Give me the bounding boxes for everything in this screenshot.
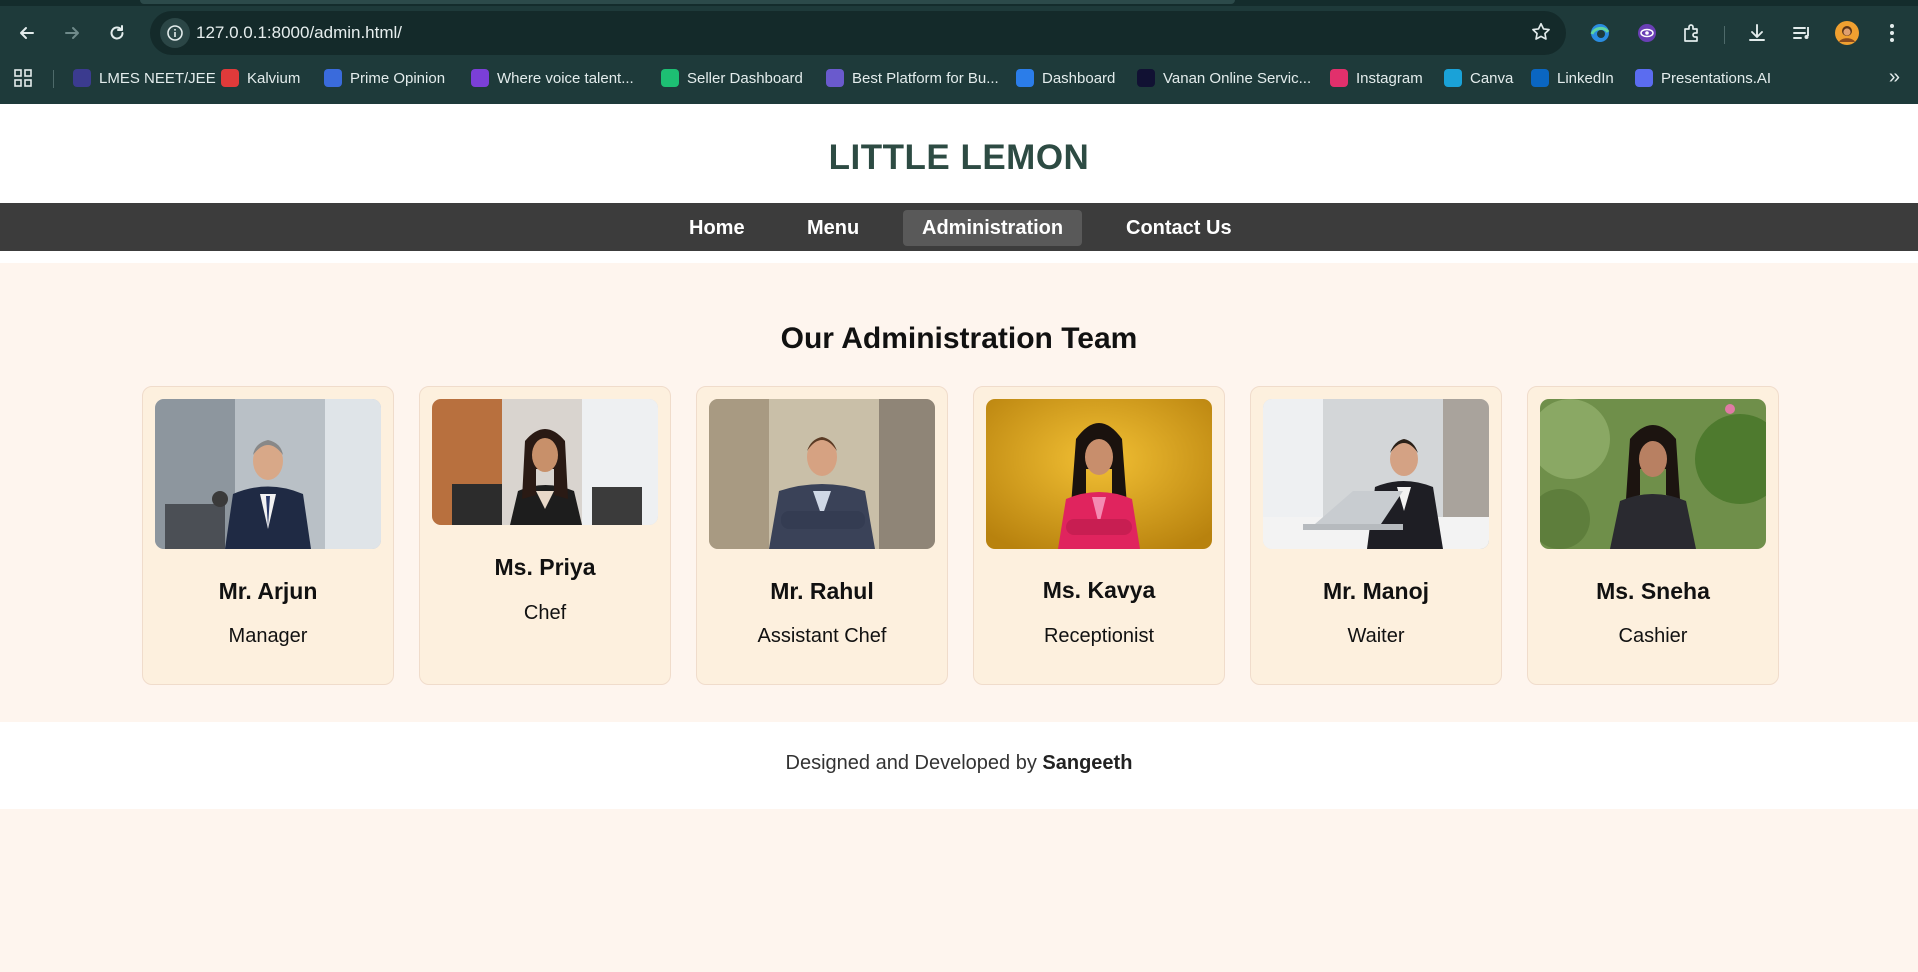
linkedin-icon xyxy=(1531,69,1549,87)
voice-icon xyxy=(471,69,489,87)
fiverr-icon xyxy=(661,69,679,87)
bookmark-item[interactable]: Presentations.AI xyxy=(1635,65,1771,91)
man-in-office-photo xyxy=(155,399,381,549)
bookmark-label: Vanan Online Servic... xyxy=(1163,69,1312,87)
team-card: Ms. Sneha Cashier xyxy=(1527,386,1779,685)
bookmark-item[interactable]: Seller Dashboard xyxy=(661,65,803,91)
instagram-icon xyxy=(1330,69,1348,87)
reload-icon[interactable] xyxy=(100,16,134,50)
man-arms-crossed-photo xyxy=(709,399,935,549)
vanan-icon xyxy=(1137,69,1155,87)
member-name: Mr. Manoj xyxy=(1322,578,1430,604)
site-footer: Designed and Developed by Sangeeth xyxy=(0,722,1918,809)
profile-avatar-icon[interactable] xyxy=(1830,16,1864,50)
apps-grid-icon[interactable] xyxy=(14,69,32,92)
member-name: Ms. Kavya xyxy=(1042,577,1156,603)
site-header: LITTLE LEMON xyxy=(0,104,1918,203)
footer-credit: Designed and Developed by Sangeeth xyxy=(0,752,1918,775)
dashboard-icon xyxy=(1016,69,1034,87)
bookmark-label: Canva xyxy=(1470,69,1514,87)
bookmark-label: Where voice talent... xyxy=(497,69,634,87)
toolbar-divider xyxy=(1724,26,1725,44)
bookmark-item[interactable]: Best Platform for Bu... xyxy=(826,65,999,91)
bookmark-label: Dashboard xyxy=(1042,69,1116,87)
media-control-icon[interactable] xyxy=(1785,16,1819,50)
bookmark-label: LinkedIn xyxy=(1557,69,1614,87)
member-name: Mr. Rahul xyxy=(770,578,874,604)
member-name: Mr. Arjun xyxy=(218,578,318,604)
site-nav: Home Menu Administration Contact Us xyxy=(0,203,1918,251)
forward-icon[interactable] xyxy=(55,16,89,50)
member-name: Ms. Sneha xyxy=(1596,578,1710,604)
team-card: Ms. Priya Chef xyxy=(419,386,671,685)
site-info-icon[interactable] xyxy=(160,18,190,48)
bookmark-label: Instagram xyxy=(1356,69,1423,87)
woman-yellow-background-photo xyxy=(986,399,1212,549)
member-role: Receptionist xyxy=(1043,625,1155,647)
bookmark-label: Prime Opinion xyxy=(350,69,446,87)
download-icon[interactable] xyxy=(1740,16,1774,50)
bookmarks-divider xyxy=(53,70,54,88)
extensions-puzzle-icon[interactable] xyxy=(1675,16,1709,50)
bookmark-item[interactable]: Instagram xyxy=(1330,65,1423,91)
nav-administration[interactable]: Administration xyxy=(903,210,1083,246)
eye-extension-icon[interactable] xyxy=(1630,16,1664,50)
team-card: Ms. Kavya Receptionist xyxy=(973,386,1225,685)
bookmark-label: Seller Dashboard xyxy=(687,69,803,87)
site-title: LITTLE LEMON xyxy=(828,138,1090,177)
team-card: Mr. Arjun Manager xyxy=(142,386,394,685)
bookmark-item[interactable]: LMES NEET/JEE xyxy=(73,65,216,91)
bookmark-item[interactable]: Canva xyxy=(1444,65,1513,91)
active-tab-edge xyxy=(140,0,1235,4)
browser-toolbar: 127.0.0.1:8000/admin.html/ xyxy=(0,6,1918,60)
bookmark-item[interactable]: LinkedIn xyxy=(1531,65,1614,91)
section-divider xyxy=(0,251,1918,263)
nav-contact-us[interactable]: Contact Us xyxy=(1107,210,1251,246)
browser-menu-icon[interactable] xyxy=(1875,16,1909,50)
footer-author: Sangeeth xyxy=(1042,752,1133,774)
bookmark-star-icon[interactable] xyxy=(1530,21,1552,48)
browser-chrome: 127.0.0.1:8000/admin.html/ LMES NEET/JEE… xyxy=(0,0,1918,104)
page-content: LITTLE LEMON Home Menu Administration Co… xyxy=(0,104,1918,972)
presentations-ai-icon xyxy=(1635,69,1653,87)
prime-opinion-icon xyxy=(324,69,342,87)
bookmark-label: LMES NEET/JEE xyxy=(99,69,216,87)
woman-in-office-photo xyxy=(432,399,658,525)
kalvium-icon xyxy=(221,69,239,87)
canva-icon xyxy=(1444,69,1462,87)
member-role: Waiter xyxy=(1347,625,1405,647)
team-heading: Our Administration Team xyxy=(780,322,1138,355)
bookmark-item[interactable]: Dashboard xyxy=(1016,65,1115,91)
url-text[interactable]: 127.0.0.1:8000/admin.html/ xyxy=(196,11,402,55)
member-role: Chef xyxy=(523,602,567,624)
woman-outdoors-photo xyxy=(1540,399,1766,549)
bookmark-label: Presentations.AI xyxy=(1661,69,1772,87)
team-card: Mr. Manoj Waiter xyxy=(1250,386,1502,685)
edge-extension-icon[interactable] xyxy=(1583,16,1617,50)
nav-menu[interactable]: Menu xyxy=(788,210,878,246)
bookmark-item[interactable]: Where voice talent... xyxy=(471,65,634,91)
address-bar[interactable]: 127.0.0.1:8000/admin.html/ xyxy=(150,11,1566,55)
member-name: Ms. Priya xyxy=(494,554,596,580)
bookmark-item[interactable]: Vanan Online Servic... xyxy=(1137,65,1311,91)
back-icon[interactable] xyxy=(10,16,44,50)
platform-icon xyxy=(826,69,844,87)
more-bookmarks-chevron-icon[interactable]: » xyxy=(1889,66,1900,89)
lmes-icon xyxy=(73,69,91,87)
member-role: Cashier xyxy=(1618,625,1688,647)
bookmarks-bar: LMES NEET/JEE Kalvium Prime Opinion Where v… xyxy=(0,62,1918,94)
man-at-laptop-photo xyxy=(1263,399,1489,549)
member-role: Assistant Chef xyxy=(757,625,887,647)
footer-prefix: Designed and Developed by xyxy=(785,752,1037,774)
bookmark-item[interactable]: Prime Opinion xyxy=(324,65,445,91)
bookmark-label: Kalvium xyxy=(247,69,301,87)
bookmark-label: Best Platform for Bu... xyxy=(852,69,999,87)
bookmark-item[interactable]: Kalvium xyxy=(221,65,300,91)
team-card: Mr. Rahul Assistant Chef xyxy=(696,386,948,685)
nav-home[interactable]: Home xyxy=(670,210,764,246)
member-role: Manager xyxy=(228,625,308,647)
